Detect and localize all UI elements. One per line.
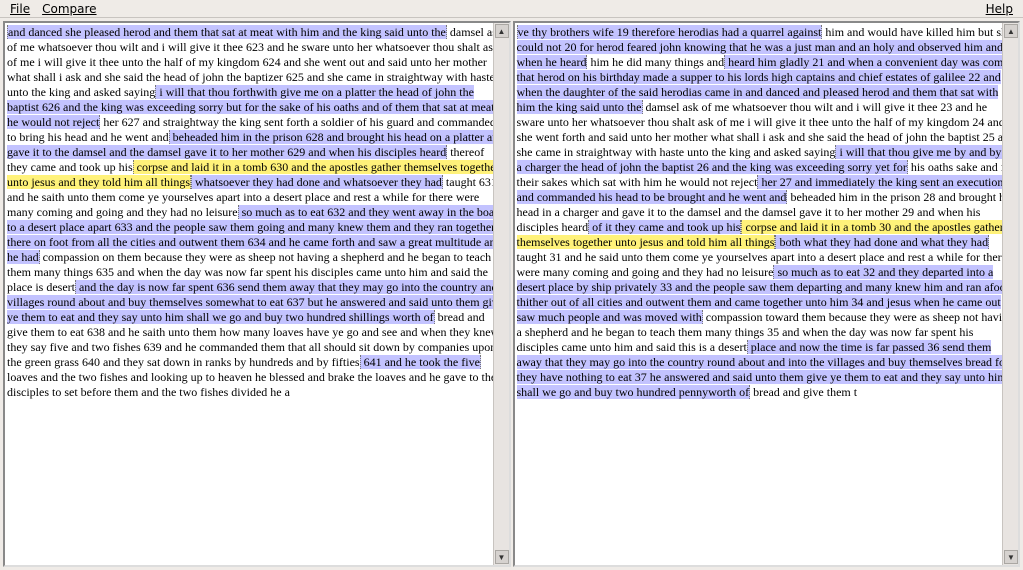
menu-file[interactable]: File bbox=[6, 1, 34, 16]
common-fragment: and danced she pleased herod and them th… bbox=[7, 25, 447, 39]
menu-compare-label: Compare bbox=[42, 2, 96, 16]
diff-fragment: him he did many things and bbox=[587, 55, 724, 69]
menu-compare[interactable]: Compare bbox=[38, 1, 100, 16]
menu-help[interactable]: Help bbox=[982, 1, 1017, 16]
scroll-up-icon[interactable]: ▲ bbox=[495, 24, 509, 38]
common-fragment: 641 and he took the five bbox=[360, 355, 481, 369]
left-text: and danced she pleased herod and them th… bbox=[7, 25, 507, 400]
left-pane[interactable]: and danced she pleased herod and them th… bbox=[3, 21, 511, 567]
diff-fragment: loaves and the two fishes and looking up… bbox=[7, 370, 496, 399]
scroll-up-icon[interactable]: ▲ bbox=[1004, 24, 1018, 38]
diff-fragment: him and would have killed him but she bbox=[822, 25, 1012, 39]
menubar: File Compare Help bbox=[0, 0, 1023, 18]
diff-fragment: bread and give them t bbox=[750, 385, 857, 399]
left-scrollbar[interactable]: ▲ ▼ bbox=[493, 23, 509, 565]
right-pane[interactable]: ve thy brothers wife 19 therefore herodi… bbox=[513, 21, 1021, 567]
right-scrollbar[interactable]: ▲ ▼ bbox=[1002, 23, 1018, 565]
right-text: ve thy brothers wife 19 therefore herodi… bbox=[517, 25, 1017, 400]
common-fragment: ve thy brothers wife 19 therefore herodi… bbox=[517, 25, 823, 39]
menu-file-label: File bbox=[10, 2, 30, 16]
common-fragment: of it they came and took up his bbox=[588, 220, 741, 234]
menu-left-group: File Compare bbox=[6, 1, 101, 16]
common-fragment: and the day is now far spent 636 send th… bbox=[7, 280, 503, 324]
comparison-panes: and danced she pleased herod and them th… bbox=[0, 18, 1023, 570]
scroll-down-icon[interactable]: ▼ bbox=[495, 550, 509, 564]
common-fragment: both what they had done and what they ha… bbox=[775, 235, 989, 249]
scroll-down-icon[interactable]: ▼ bbox=[1004, 550, 1018, 564]
menu-help-label: Help bbox=[986, 2, 1013, 16]
common-fragment: whatsoever they had done and whatsoever … bbox=[191, 175, 443, 189]
